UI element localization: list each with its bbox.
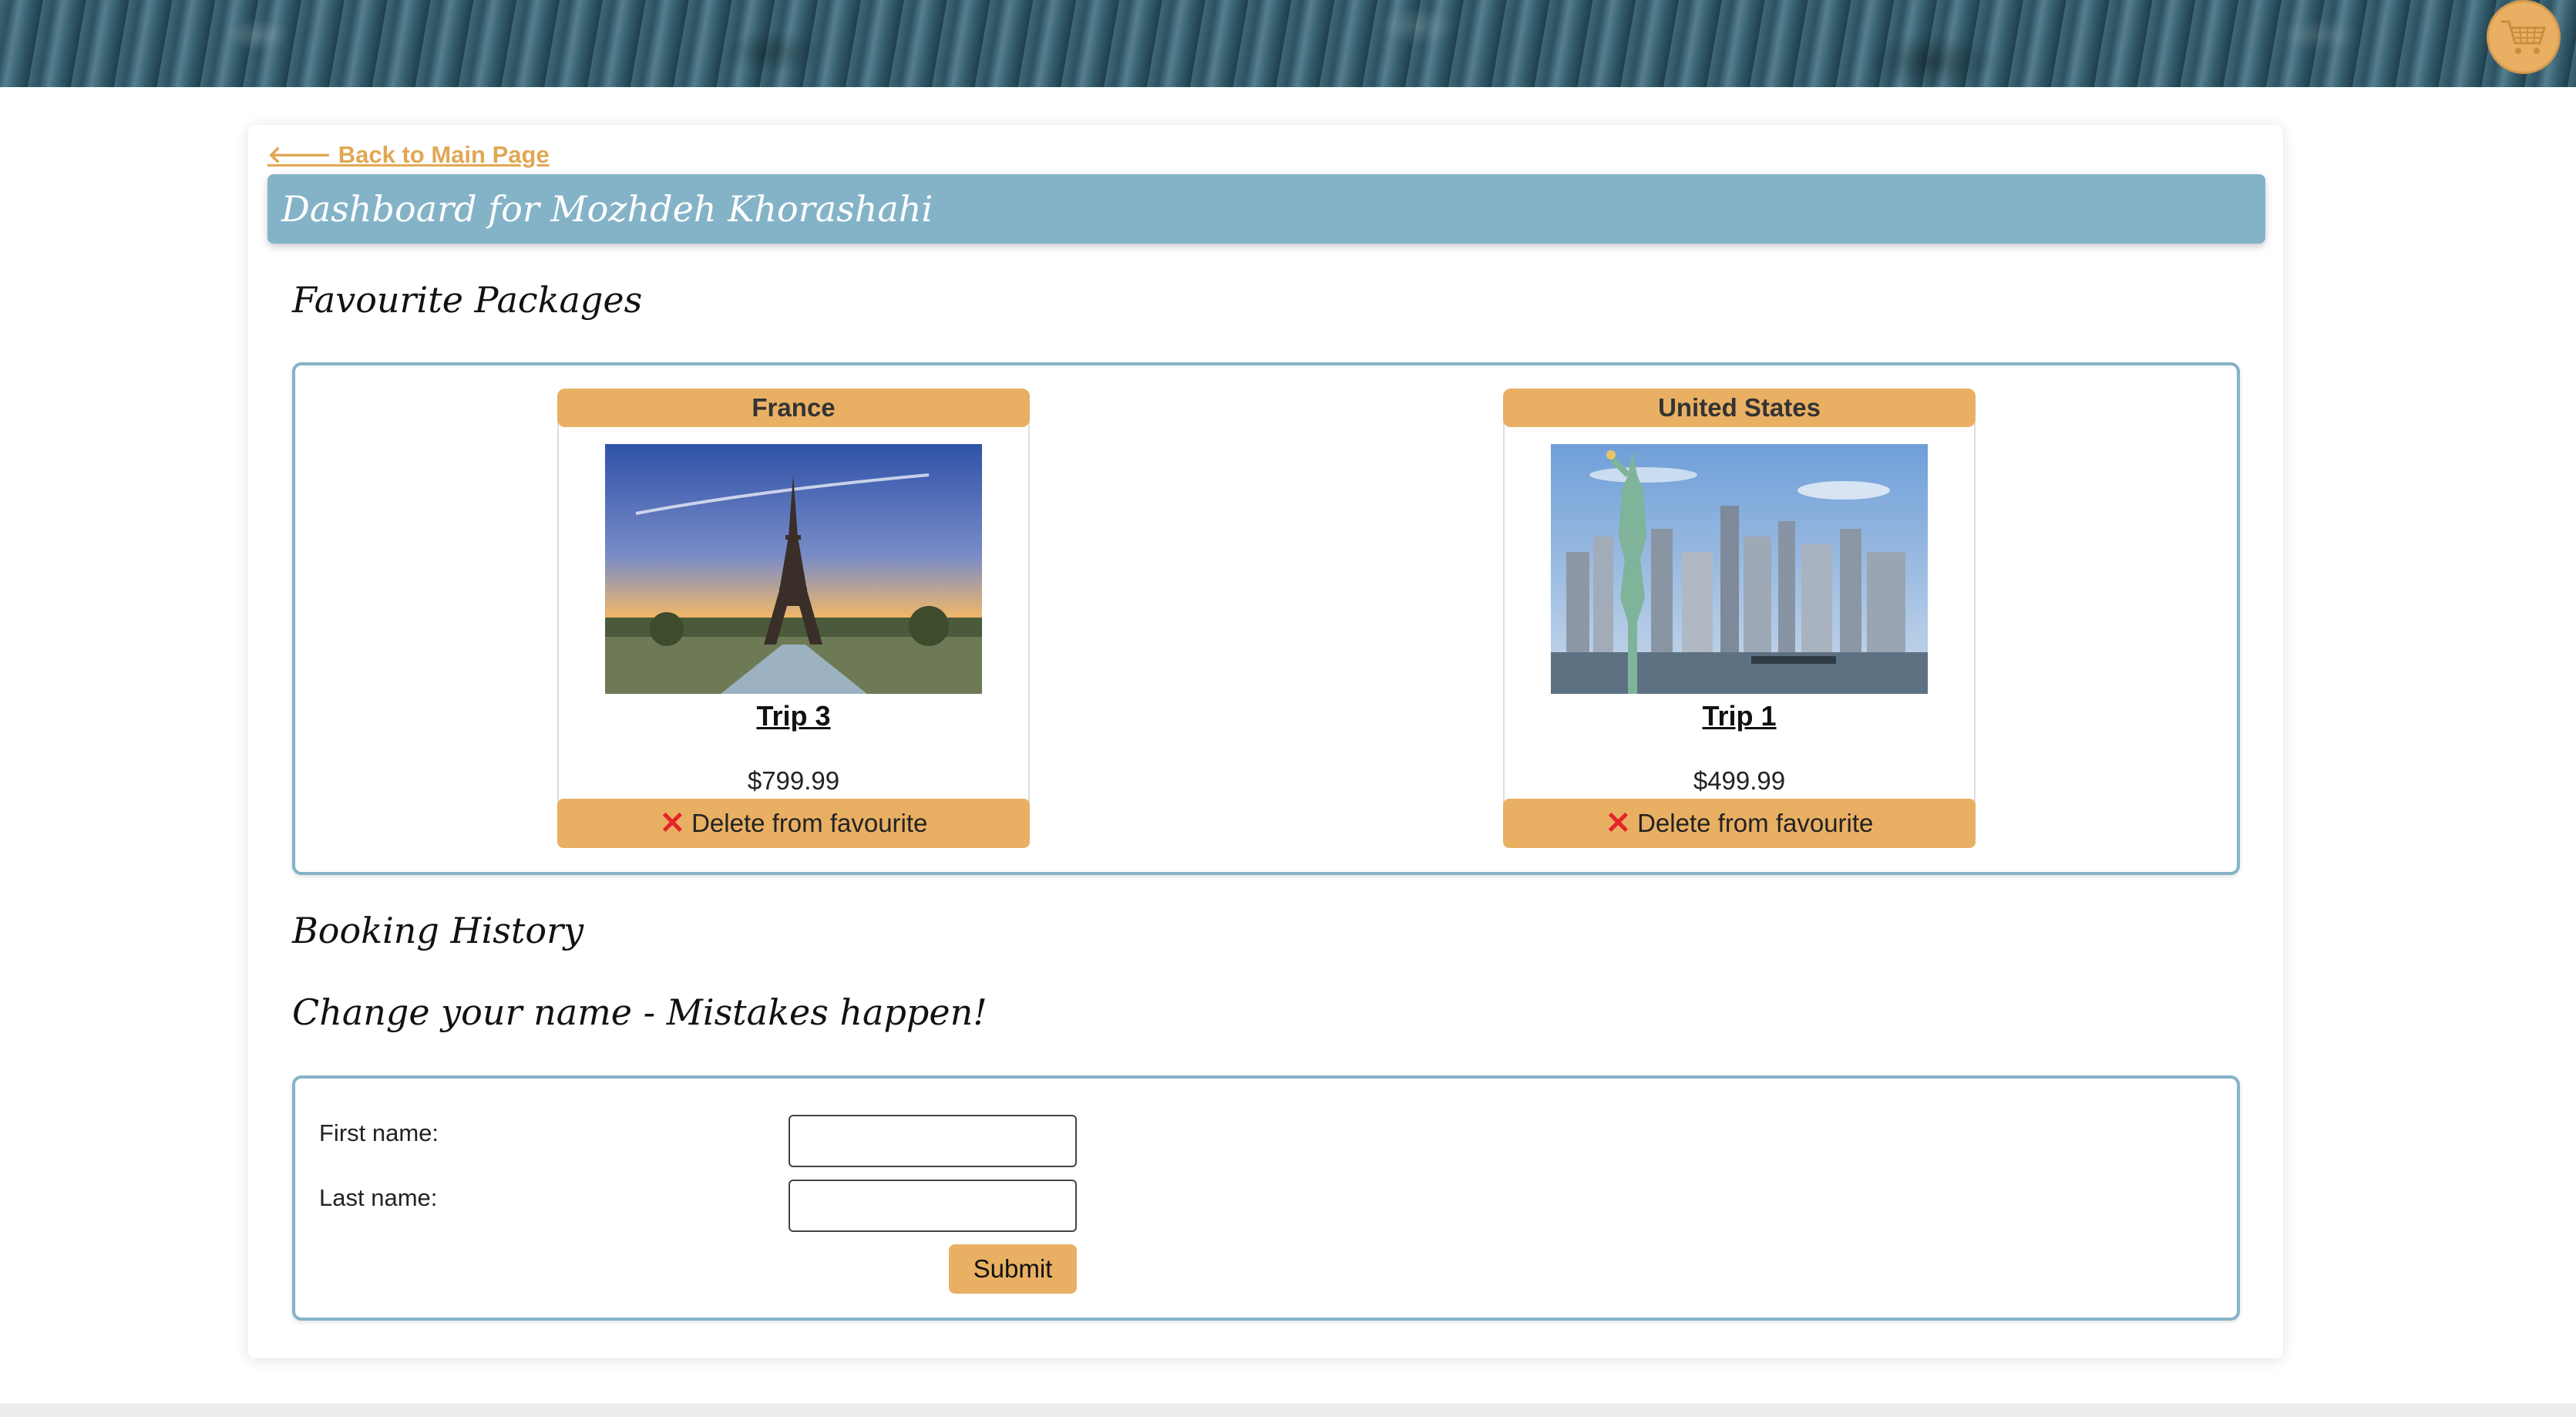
package-trip-link[interactable]: Trip 3 bbox=[559, 700, 1028, 732]
first-name-input[interactable] bbox=[789, 1115, 1077, 1167]
favourite-package-card: United States Trip 1 $499.99 ✕ Delete fr… bbox=[1503, 389, 1976, 848]
delete-favourite-label: Delete from favourite bbox=[1637, 809, 1874, 837]
page-footer-strip bbox=[0, 1403, 2576, 1417]
close-icon: ✕ bbox=[659, 806, 686, 840]
shopping-cart-icon bbox=[2501, 20, 2547, 54]
last-name-label: Last name: bbox=[319, 1184, 438, 1211]
dashboard-title: Dashboard for Mozhdeh Khorashahi bbox=[267, 174, 2265, 244]
package-price: $799.99 bbox=[747, 766, 840, 795]
package-country: United States bbox=[1503, 389, 1976, 427]
package-trip-link[interactable]: Trip 1 bbox=[1505, 700, 1974, 732]
last-name-input[interactable] bbox=[789, 1180, 1077, 1232]
change-name-heading: Change your name - Mistakes happen! bbox=[292, 991, 987, 1033]
package-price: $499.99 bbox=[1693, 766, 1786, 795]
package-country: France bbox=[557, 389, 1030, 427]
delete-favourite-button[interactable]: ✕ Delete from favourite bbox=[1503, 799, 1976, 848]
favourite-package-card: France Trip 3 $799.99 ✕ Delete from favo… bbox=[557, 389, 1030, 848]
back-to-main-link[interactable]: 🡐 Back to Main Page bbox=[267, 140, 550, 169]
first-name-label: First name: bbox=[319, 1119, 439, 1146]
change-name-box bbox=[292, 1075, 2240, 1321]
favourites-heading: Favourite Packages bbox=[292, 279, 643, 321]
delete-favourite-button[interactable]: ✕ Delete from favourite bbox=[557, 799, 1030, 848]
close-icon: ✕ bbox=[1605, 806, 1632, 840]
package-image-statue-of-liberty[interactable] bbox=[1551, 444, 1928, 694]
package-image-eiffel-tower[interactable] bbox=[605, 444, 982, 694]
cart-button[interactable] bbox=[2487, 0, 2561, 74]
header-banner bbox=[0, 0, 2576, 87]
submit-button[interactable]: Submit bbox=[949, 1244, 1077, 1294]
delete-favourite-label: Delete from favourite bbox=[691, 809, 928, 837]
booking-history-heading: Booking History bbox=[292, 910, 584, 951]
